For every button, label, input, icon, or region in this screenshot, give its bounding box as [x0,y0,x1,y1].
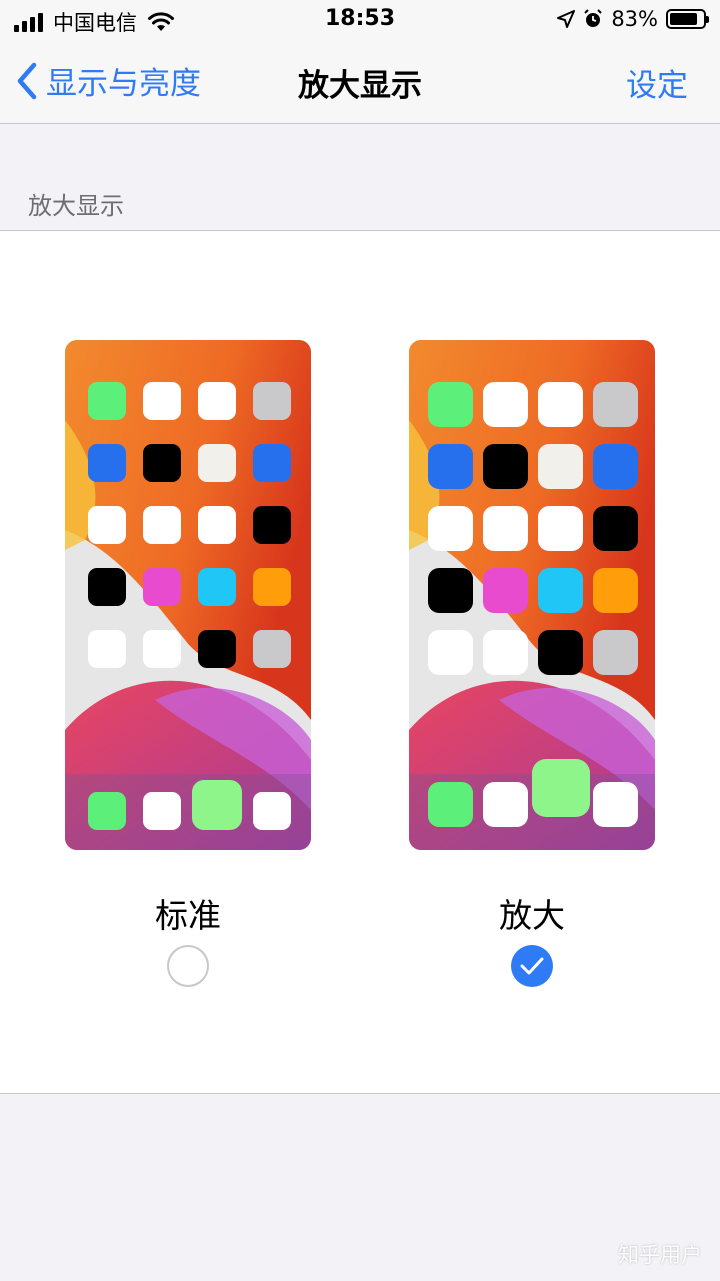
app-icon [428,506,473,551]
option-label-zoomed: 放大 [499,896,565,935]
app-icon [198,444,236,482]
option-label-standard: 标准 [155,896,221,935]
dock-app-icon [143,792,181,830]
app-icon [538,568,583,613]
app-icon [428,630,473,675]
app-icon [538,506,583,551]
app-icon [483,568,528,613]
app-icon [593,630,638,675]
app-icon [143,568,181,606]
app-icon [593,506,638,551]
page-title: 放大显示 [298,68,422,104]
app-icon [198,506,236,544]
app-icon [88,382,126,420]
app-icon [538,382,583,427]
app-icon [483,382,528,427]
app-icon [593,444,638,489]
app-icon [428,444,473,489]
section-header: 放大显示 [28,192,124,220]
standard-preview[interactable] [65,340,311,850]
battery-icon [666,9,709,29]
app-icon [593,382,638,427]
app-icon [88,444,126,482]
status-right: 83% [557,7,709,31]
app-icon [483,506,528,551]
app-icon [143,382,181,420]
app-icon [428,382,473,427]
radio-standard[interactable] [167,945,209,987]
app-icon [483,630,528,675]
navigation-bar: 显示与亮度 放大显示 设定 [0,40,720,124]
app-icon [538,444,583,489]
display-zoom-card: 标准 放大 [0,230,720,1094]
set-button[interactable]: 设定 [626,60,688,105]
app-icon [198,382,236,420]
app-icon [428,568,473,613]
location-arrow-icon [557,10,576,28]
watermark: 知乎用户 [618,1243,702,1267]
checkmark-icon [520,957,544,975]
battery-percent: 83% [611,7,658,31]
radio-zoomed[interactable] [511,945,553,987]
app-icon [483,444,528,489]
app-icon [253,568,291,606]
zoomed-preview[interactable] [409,340,655,850]
dock-app-icon [253,792,291,830]
app-icon [538,630,583,675]
dock-app-icon [192,780,242,830]
app-icon [253,630,291,668]
app-icon [143,506,181,544]
app-icon [88,630,126,668]
dock-app-icon [428,782,473,827]
app-icon [593,568,638,613]
dock-app-icon [593,782,638,827]
dock-app-icon [483,782,528,827]
app-icon [198,630,236,668]
app-icon [253,382,291,420]
status-bar: 中国电信 18:53 83% [0,0,720,40]
app-icon [143,444,181,482]
app-icon [143,630,181,668]
app-icon [253,444,291,482]
app-icon [88,568,126,606]
alarm-icon [584,9,603,27]
app-icon [253,506,291,544]
dock-app-icon [88,792,126,830]
dock-app-icon [531,759,590,817]
app-icon [88,506,126,544]
app-icon [198,568,236,606]
